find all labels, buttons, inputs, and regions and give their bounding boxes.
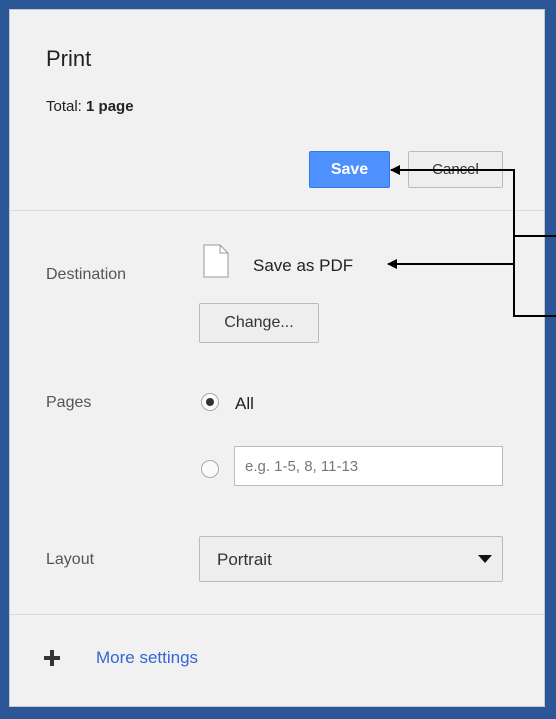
page-total: Total: 1 page bbox=[46, 98, 134, 115]
destination-value: Save as PDF bbox=[253, 256, 354, 275]
document-icon bbox=[203, 244, 229, 278]
save-button[interactable]: Save bbox=[309, 151, 390, 188]
dialog-title: Print bbox=[46, 46, 92, 71]
total-label: Total: bbox=[46, 98, 82, 115]
pages-range-input[interactable] bbox=[234, 446, 503, 486]
pages-all-label: All bbox=[235, 394, 254, 413]
pages-custom-radio[interactable] bbox=[201, 460, 219, 478]
destination-label: Destination bbox=[46, 266, 127, 283]
total-value: 1 page bbox=[86, 98, 134, 115]
cancel-button[interactable]: Cancel bbox=[408, 151, 503, 188]
pages-all-radio[interactable] bbox=[201, 393, 219, 411]
pages-label: Pages bbox=[46, 394, 92, 411]
layout-select-value: Portrait bbox=[217, 550, 272, 569]
more-settings-link[interactable]: More settings bbox=[96, 648, 198, 668]
layout-select[interactable]: Portrait bbox=[199, 536, 503, 582]
change-destination-button[interactable]: Change... bbox=[199, 303, 319, 343]
header-divider bbox=[10, 210, 544, 211]
chevron-down-icon bbox=[478, 555, 492, 563]
plus-icon[interactable] bbox=[44, 650, 60, 666]
print-dialog: Print Total: 1 page Save Cancel Destinat… bbox=[9, 9, 545, 707]
footer-divider bbox=[10, 614, 544, 615]
layout-label: Layout bbox=[46, 551, 95, 568]
